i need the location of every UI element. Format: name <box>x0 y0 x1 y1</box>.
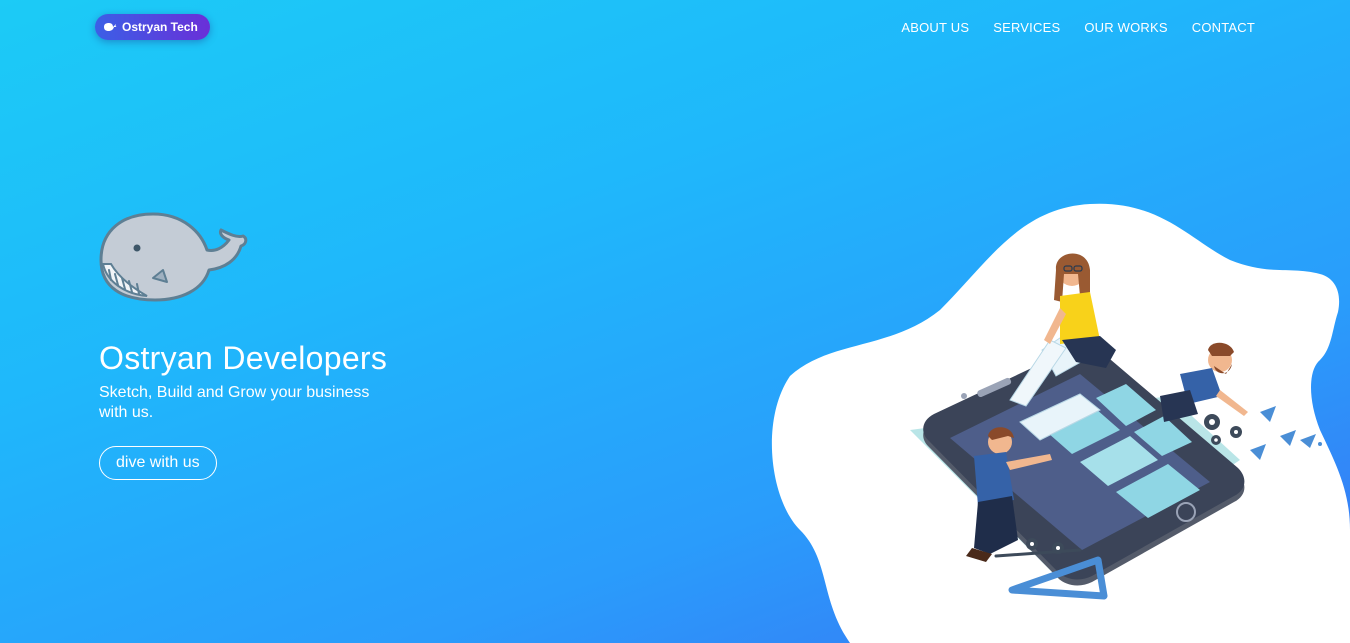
brand-label: Ostryan Tech <box>122 20 198 34</box>
nav-contact[interactable]: CONTACT <box>1192 20 1255 35</box>
whale-mascot-icon <box>99 212 248 302</box>
hero-title: Ostryan Developers <box>99 340 388 376</box>
hero-section: Ostryan Tech ABOUT US SERVICES OUR WORKS… <box>0 0 1350 643</box>
dive-with-us-button[interactable]: dive with us <box>99 446 217 480</box>
team-building-app-illustration <box>771 203 1350 643</box>
nav-our-works[interactable]: OUR WORKS <box>1084 20 1167 35</box>
whale-icon <box>104 23 117 31</box>
brand-logo-button[interactable]: Ostryan Tech <box>95 14 210 40</box>
hero-subtitle: Sketch, Build and Grow your business wit… <box>99 384 370 421</box>
nav-about-us[interactable]: ABOUT US <box>901 20 969 35</box>
nav-services[interactable]: SERVICES <box>993 20 1060 35</box>
main-nav: ABOUT US SERVICES OUR WORKS CONTACT <box>901 20 1255 35</box>
